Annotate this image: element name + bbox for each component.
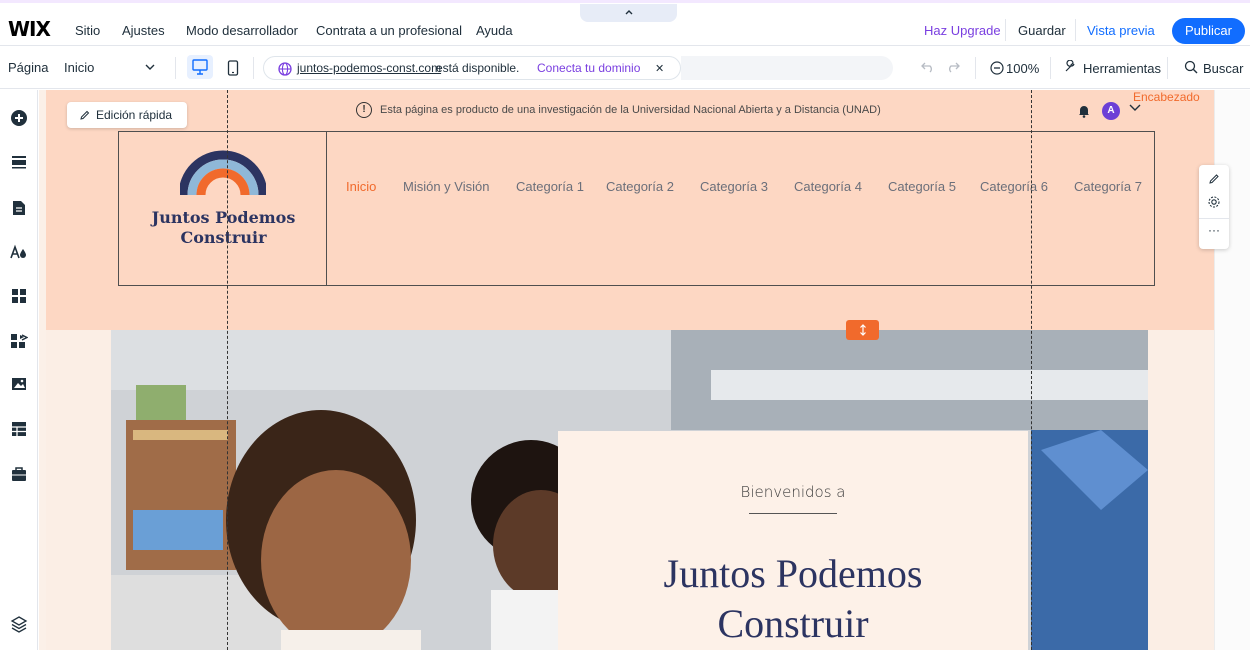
tools-icon (1065, 60, 1075, 72)
page-label: Página (8, 60, 49, 75)
save-button[interactable]: Guardar (1018, 23, 1066, 38)
search-icon (1184, 60, 1198, 74)
layout-guide-left (227, 90, 228, 650)
pencil-icon[interactable] (1208, 173, 1220, 185)
divider (1075, 19, 1076, 41)
left-sidebar (0, 90, 38, 650)
close-icon[interactable]: ✕ (655, 62, 664, 75)
zoom-out-icon[interactable] (990, 61, 1004, 75)
portfolio-icon[interactable] (9, 464, 29, 484)
nav-link-categoria-7[interactable]: Categoría 7 (1074, 179, 1142, 194)
quick-edit-label: Edición rápida (96, 108, 173, 122)
site-design-icon[interactable] (9, 242, 29, 262)
layout-guide-right (1031, 90, 1032, 650)
divider (975, 57, 976, 79)
divider (1005, 19, 1006, 41)
cms-icon[interactable] (9, 419, 29, 439)
preview-button[interactable]: Vista previa (1087, 23, 1155, 38)
editor-toolbar: Página Inicio juntos-podemos-const.com e… (0, 47, 1250, 89)
site-title[interactable]: Juntos Podemos Construir (119, 208, 328, 248)
nav-link-categoria-5[interactable]: Categoría 5 (888, 179, 956, 194)
divider (1050, 57, 1051, 79)
pages-icon[interactable] (9, 198, 29, 218)
menu-modo-desarrollador[interactable]: Modo desarrollador (186, 23, 298, 38)
welcome-divider (749, 513, 837, 514)
publish-button[interactable]: Publicar (1172, 18, 1245, 44)
wix-logo[interactable]: WIX (8, 17, 51, 41)
exclamation-icon: ! (356, 102, 372, 118)
gear-icon[interactable] (1207, 195, 1221, 209)
site-logo-block[interactable]: Juntos Podemos Construir (118, 131, 327, 286)
welcome-title-line-2: Construir (717, 601, 869, 646)
zoom-level[interactable]: 100% (1006, 61, 1039, 76)
add-section-icon[interactable] (9, 152, 29, 172)
redo-icon[interactable] (946, 61, 960, 73)
upgrade-link[interactable]: Haz Upgrade (924, 23, 1001, 38)
business-apps-icon[interactable] (9, 331, 29, 351)
resize-vertical-icon (859, 324, 866, 336)
menu-ayuda[interactable]: Ayuda (476, 23, 513, 38)
divider (175, 57, 176, 79)
domain-status: está disponible. (436, 61, 520, 75)
welcome-title-line-1: Juntos Podemos (663, 551, 923, 596)
menu-sitio[interactable]: Sitio (75, 23, 100, 38)
menu-ajustes[interactable]: Ajustes (122, 23, 165, 38)
welcome-box[interactable]: Bienvenidos a Juntos Podemos Construir (558, 431, 1028, 650)
layers-icon[interactable] (10, 615, 28, 638)
divider (253, 57, 254, 79)
mobile-icon[interactable] (227, 60, 239, 76)
site-header[interactable]: Edición rápida ! Esta página es producto… (46, 90, 1214, 330)
more-options-icon[interactable]: ··· (1199, 223, 1229, 237)
chevron-up-icon (625, 10, 632, 15)
nav-link-categoria-4[interactable]: Categoría 4 (794, 179, 862, 194)
section-resize-handle[interactable] (846, 320, 879, 340)
search-button[interactable]: Buscar (1203, 61, 1243, 76)
site-title-line-2: Construir (180, 228, 267, 247)
pencil-icon (80, 110, 90, 120)
domain-link[interactable]: juntos-podemos-const.com (297, 61, 441, 75)
add-apps-icon[interactable] (9, 286, 29, 306)
undo-icon[interactable] (921, 61, 935, 73)
quick-edit-button[interactable]: Edición rápida (67, 102, 187, 128)
bell-icon[interactable] (1077, 104, 1091, 118)
top-accent-line (0, 0, 1250, 3)
top-menu-bar: WIX Sitio Ajustes Modo desarrollador Con… (0, 0, 1250, 46)
site-title-line-1: Juntos Podemos (151, 208, 296, 227)
announcement-bar[interactable]: ! Esta página es producto de una investi… (356, 102, 881, 118)
nav-link-categoria-1[interactable]: Categoría 1 (516, 179, 584, 194)
rainbow-logo-icon (180, 150, 266, 196)
menu-contrata-profesional[interactable]: Contrata a un profesional (316, 23, 462, 38)
domain-bar: juntos-podemos-const.com está disponible… (263, 56, 681, 80)
section-tag[interactable]: Encabezado (1129, 90, 1204, 104)
connect-domain-link[interactable]: Conecta tu dominio (537, 61, 640, 75)
desktop-icon (192, 59, 208, 75)
editor-canvas[interactable]: Edición rápida ! Esta página es producto… (39, 90, 1250, 650)
section-actions-panel: ··· (1199, 165, 1229, 249)
media-icon[interactable] (9, 374, 29, 394)
nav-link-categoria-3[interactable]: Categoría 3 (700, 179, 768, 194)
collapse-topbar-button[interactable] (580, 4, 677, 22)
divider (1167, 57, 1168, 79)
chevron-down-icon[interactable] (145, 63, 155, 71)
nav-link-categoria-6[interactable]: Categoría 6 (980, 179, 1048, 194)
nav-link-mision-vision[interactable]: Misión y Visión (403, 179, 489, 194)
announcement-text: Esta página es producto de una investiga… (380, 104, 881, 116)
desktop-view-button[interactable] (187, 55, 213, 79)
divider (1199, 218, 1229, 219)
welcome-subtitle: Bienvenidos a (740, 483, 846, 501)
nav-link-inicio[interactable]: Inicio (346, 179, 376, 194)
add-elements-icon[interactable] (9, 108, 29, 128)
avatar[interactable]: A (1102, 102, 1120, 120)
page-selector[interactable]: Inicio (64, 60, 94, 75)
tools-button[interactable]: Herramientas (1083, 61, 1161, 76)
nav-link-categoria-2[interactable]: Categoría 2 (606, 179, 674, 194)
domain-bar-extension (681, 56, 893, 80)
globe-icon (278, 62, 292, 76)
welcome-title: Juntos Podemos Construir (558, 549, 1028, 649)
